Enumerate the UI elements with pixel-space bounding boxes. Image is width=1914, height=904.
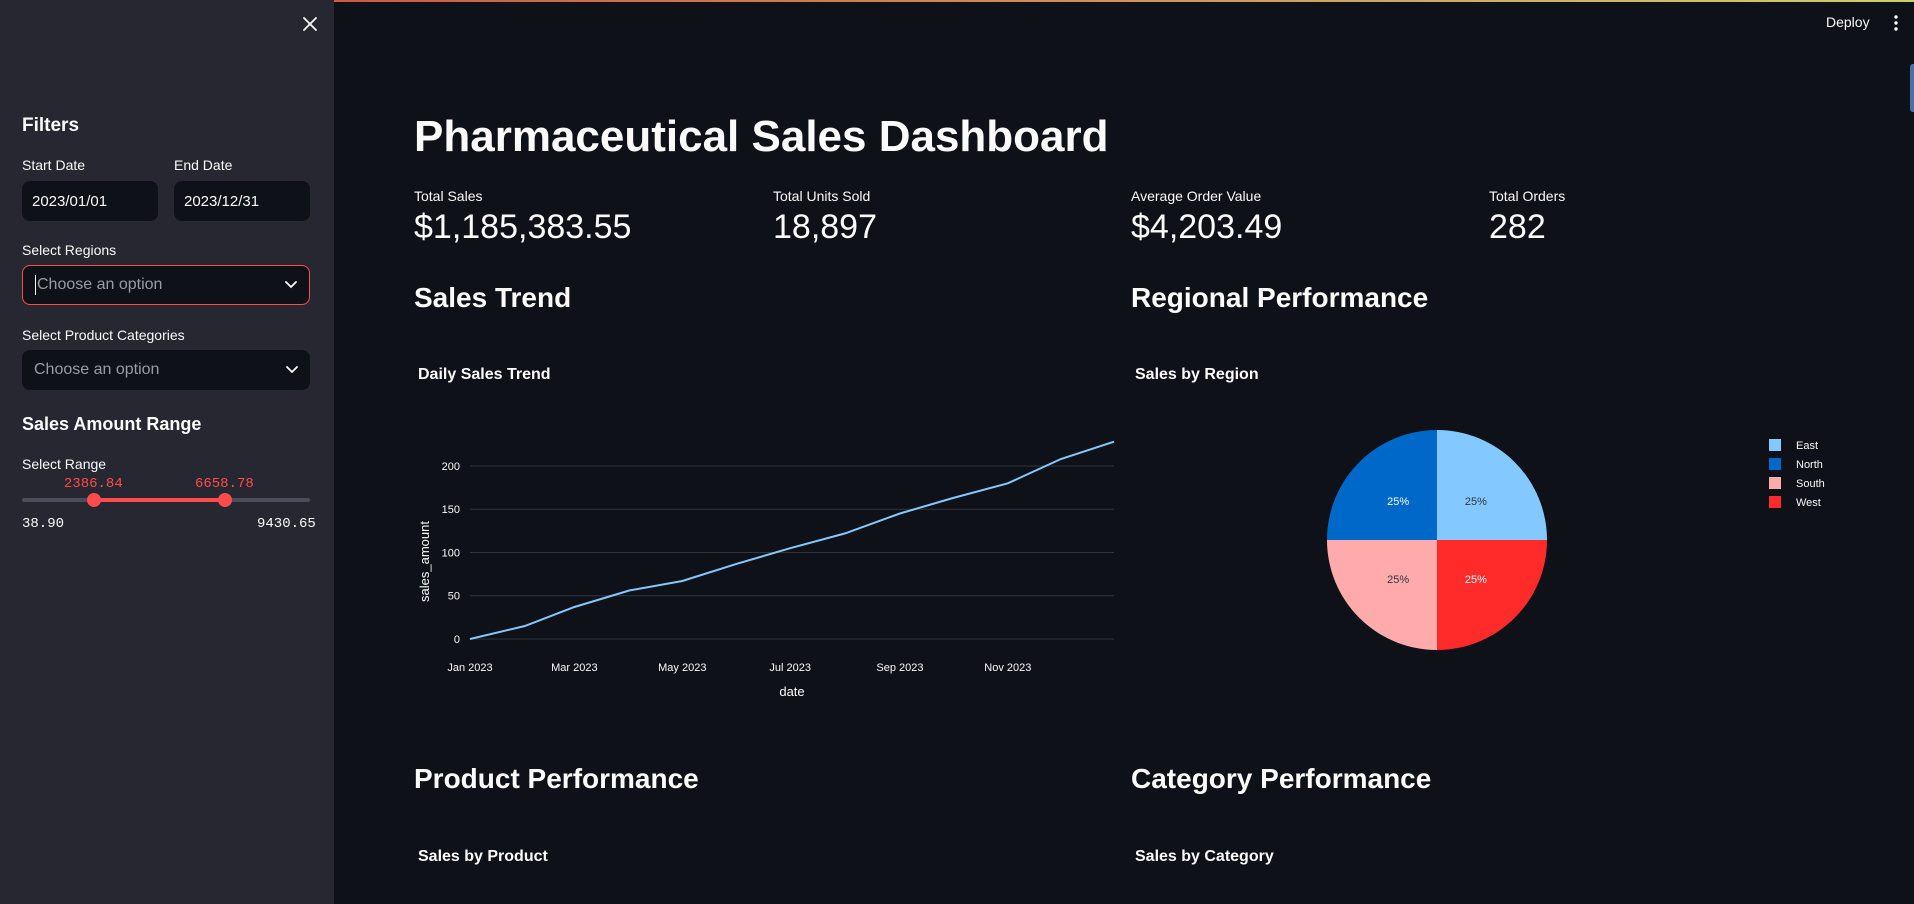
range-low-value: 2386.84 <box>63 476 123 492</box>
regions-select[interactable]: Choose an option <box>22 265 310 305</box>
category-chart-title: Sales by Category <box>1135 848 1274 865</box>
sales-by-region-pie-chart[interactable]: 25% 25% 25% 25% East North South West <box>1131 420 1891 680</box>
section-regional-performance: Regional Performance <box>1131 282 1429 313</box>
range-heading: Sales Amount Range <box>22 414 202 434</box>
pie-slice-north <box>1327 430 1437 540</box>
deploy-button[interactable]: Deploy <box>1826 14 1870 30</box>
range-min-value: 38.90 <box>22 516 65 532</box>
metric-orders-label: Total Orders <box>1489 188 1566 204</box>
legend-swatch-west <box>1769 496 1781 508</box>
filters-heading: Filters <box>22 115 80 136</box>
scrollbar-handle[interactable] <box>1910 64 1914 112</box>
metric-units-value: 18,897 <box>773 208 877 246</box>
pie-slice-label: 25% <box>1387 496 1409 508</box>
chevron-down-icon <box>286 366 298 374</box>
section-category-performance: Category Performance <box>1131 763 1432 794</box>
legend-label-east: East <box>1796 440 1818 452</box>
metric-aov-value: $4,203.49 <box>1131 208 1283 246</box>
pie-slice-label: 25% <box>1465 496 1487 508</box>
categories-label: Select Product Categories <box>22 327 185 343</box>
range-slider-track[interactable] <box>22 498 310 502</box>
pie-chart-title: Sales by Region <box>1135 366 1259 383</box>
y-axis-label: sales_amount <box>417 521 432 602</box>
pie-slice-label: 25% <box>1387 574 1409 586</box>
range-label: Select Range <box>22 456 107 472</box>
metric-aov-label: Average Order Value <box>1131 188 1262 204</box>
regions-label: Select Regions <box>22 242 117 258</box>
line-chart-title: Daily Sales Trend <box>418 366 551 383</box>
y-tick-label: 200 <box>442 461 460 473</box>
metric-units-label: Total Units Sold <box>773 188 871 204</box>
x-tick-label: May 2023 <box>658 662 706 674</box>
legend-label-south: South <box>1796 478 1825 490</box>
pie-slice-south <box>1327 540 1437 650</box>
x-tick-label: Mar 2023 <box>551 662 597 674</box>
end-date-input[interactable]: 2023/12/31 <box>174 181 310 221</box>
x-tick-label: Sep 2023 <box>876 662 923 674</box>
x-tick-label: Nov 2023 <box>984 662 1031 674</box>
pie-slice-east <box>1437 430 1547 540</box>
metric-total-sales-label: Total Sales <box>414 188 483 204</box>
page-title: Pharmaceutical Sales Dashboard <box>414 112 1109 161</box>
daily-sales-line-chart[interactable]: 0 50 100 150 200 Jan 2023 Mar 2023 May 2023 Jul … <box>414 420 1124 710</box>
more-options-icon[interactable] <box>1890 14 1902 32</box>
chevron-down-icon <box>285 281 297 289</box>
y-tick-label: 0 <box>454 634 460 646</box>
end-date-label: End Date <box>174 157 233 173</box>
metric-total-sales-value: $1,185,383.55 <box>414 208 632 246</box>
close-icon <box>303 17 317 31</box>
legend-swatch-south <box>1769 477 1781 489</box>
range-slider-low-handle[interactable] <box>86 493 101 507</box>
x-tick-label: Jul 2023 <box>769 662 811 674</box>
range-max-value: 9430.65 <box>257 516 316 532</box>
legend-label-north: North <box>1796 459 1823 471</box>
x-tick-label: Jan 2023 <box>447 662 492 674</box>
legend-label-west: West <box>1796 497 1821 509</box>
start-date-label: Start Date <box>22 157 86 173</box>
metric-orders-value: 282 <box>1489 208 1546 246</box>
text-cursor <box>35 275 36 295</box>
regions-placeholder-wrap: Choose an option <box>35 275 162 295</box>
y-tick-label: 150 <box>442 504 460 516</box>
pie-slice-west <box>1437 540 1547 650</box>
legend-swatch-north <box>1769 458 1781 470</box>
range-slider-high-handle[interactable] <box>217 493 232 507</box>
y-tick-label: 100 <box>442 547 460 559</box>
section-product-performance: Product Performance <box>414 763 699 794</box>
y-tick-label: 50 <box>448 591 460 603</box>
sales-trend-line <box>469 440 1115 640</box>
categories-placeholder: Choose an option <box>34 361 160 378</box>
legend-swatch-east <box>1769 439 1781 451</box>
regions-placeholder: Choose an option <box>37 276 163 294</box>
x-axis-label: date <box>779 684 804 699</box>
sidebar: Filters Start Date End Date 2023/01/01 2… <box>0 0 334 904</box>
start-date-input[interactable]: 2023/01/01 <box>22 181 158 221</box>
product-chart-title: Sales by Product <box>418 848 548 865</box>
range-high-value: 6658.78 <box>194 476 254 492</box>
pie-slice-label: 25% <box>1465 574 1487 586</box>
categories-select[interactable]: Choose an option <box>22 350 310 390</box>
close-sidebar-button[interactable] <box>298 12 322 36</box>
range-slider-fill <box>93 498 225 502</box>
section-sales-trend: Sales Trend <box>414 282 572 313</box>
